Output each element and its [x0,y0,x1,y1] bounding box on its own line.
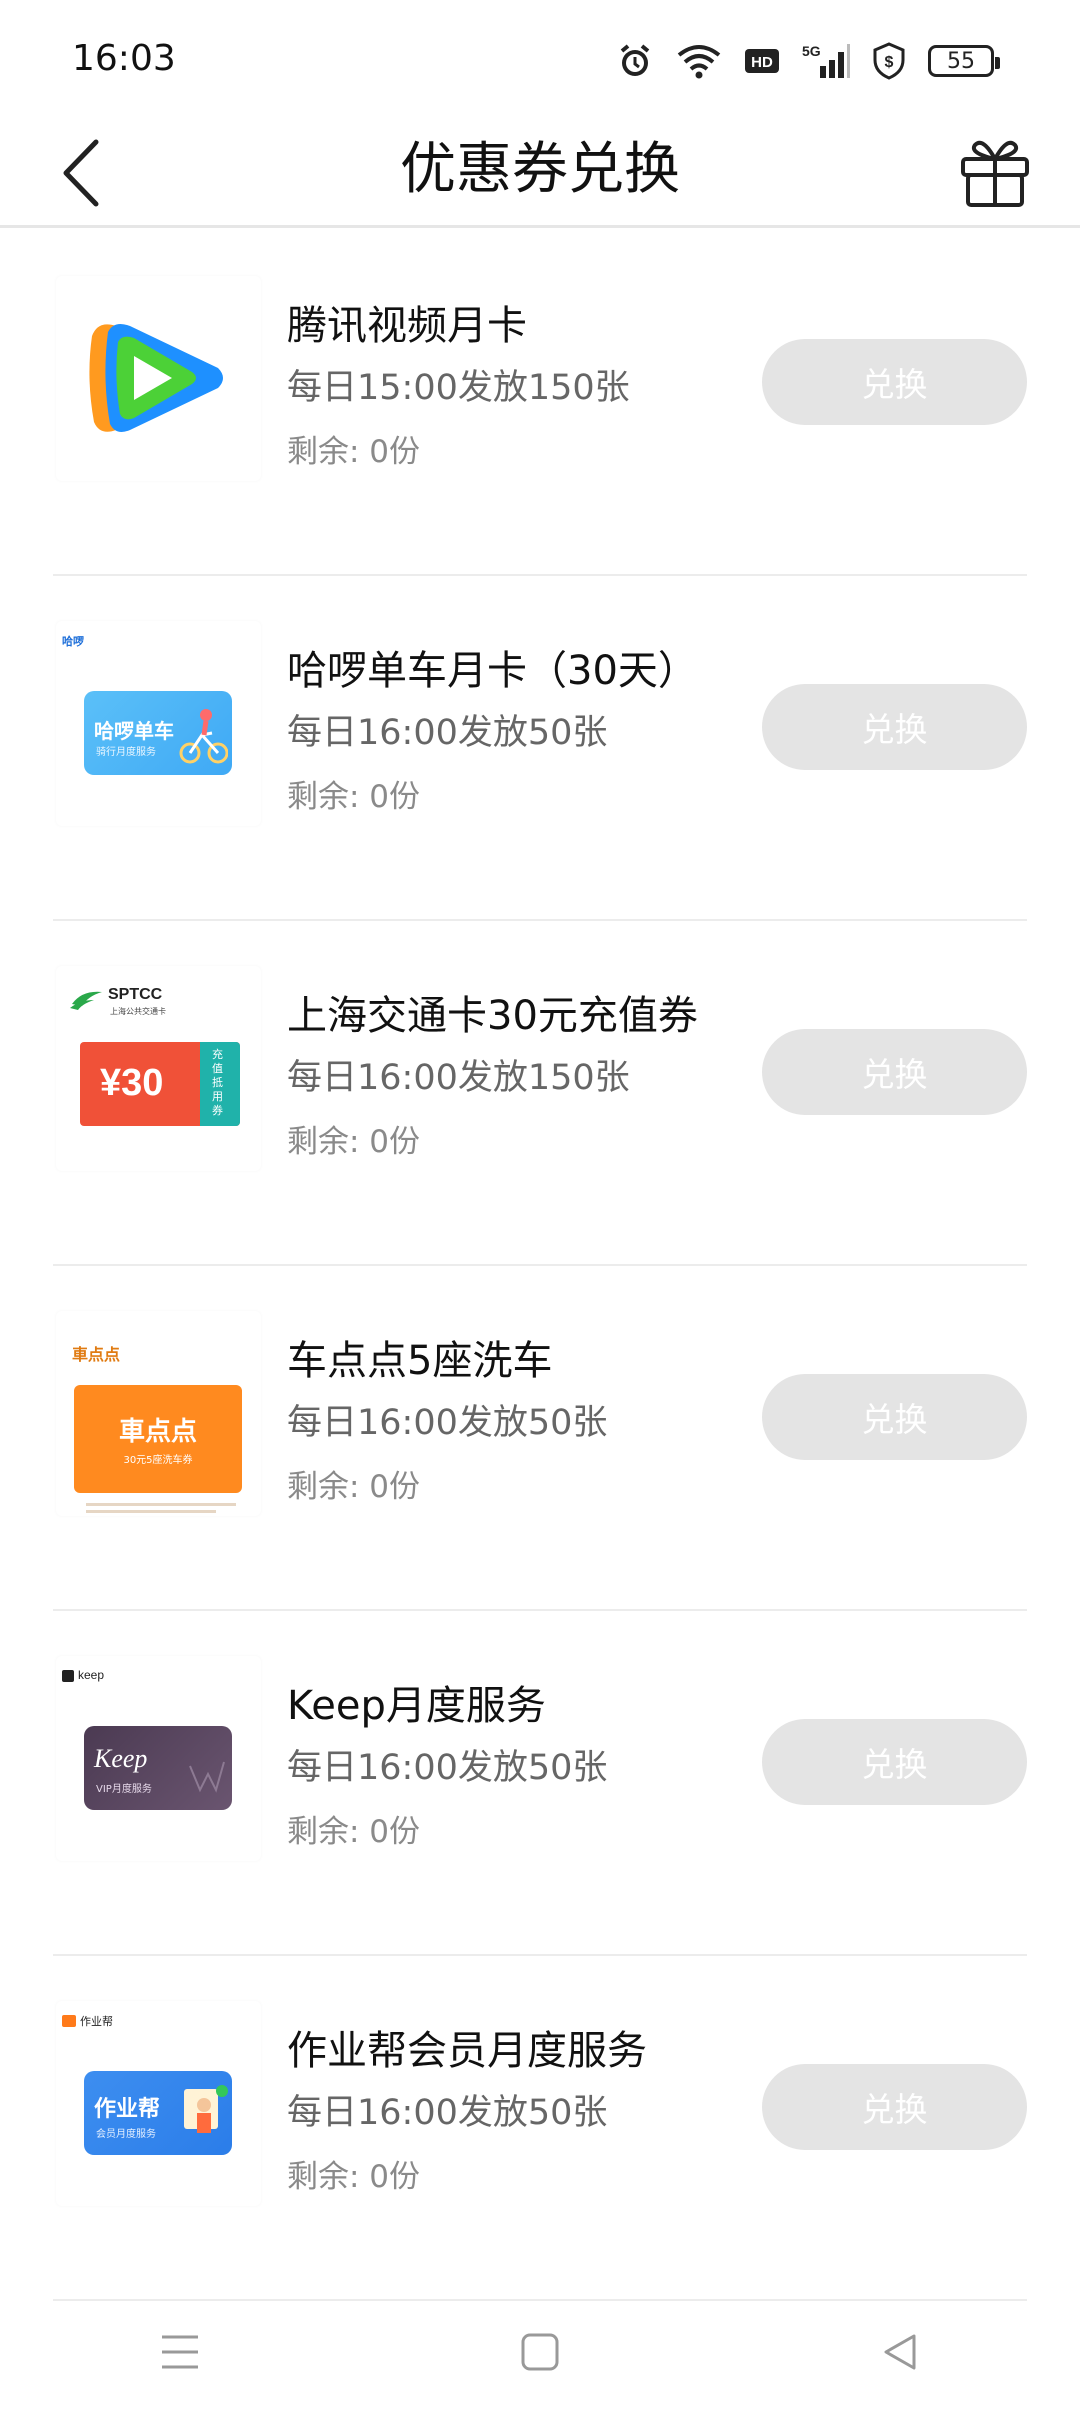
coupon-title: 上海交通卡30元充值券 [287,993,698,1039]
chediandian-card-subtitle: 30元5座洗车券 [123,1455,193,1466]
status-icons: HD 5G $ 55 [616,38,1000,84]
hello-bike-corner-logo: 哈啰 [62,636,84,648]
svg-text:HD: HD [751,54,773,71]
sptcc-side-label: 充值抵用券 [212,1048,223,1117]
sptcc-thumbnail: SPTCC 上海公共交通卡 ¥30 充值抵用券 [56,966,261,1171]
chediandian-terms-line [86,1510,216,1513]
sptcc-brand-subtitle: 上海公共交通卡 [110,1007,166,1016]
redeem-button[interactable]: 兑换 [762,684,1027,770]
keep-card: Keep VIP月度服务 [84,1726,232,1810]
zuoyebang-corner-logo: 作业帮 [80,2016,113,2028]
coupon-remaining: 剩余: 0份 [287,1124,421,1160]
zuoyebang-thumbnail: 作业帮 作业帮 会员月度服务 [56,2001,261,2206]
redeem-button[interactable]: 兑换 [762,1029,1027,1115]
alarm-icon [616,42,654,80]
system-back-button[interactable] [840,2302,960,2402]
tencent-video-thumbnail [56,276,261,481]
hello-bike-brand: 哈啰单车 [94,719,174,743]
redeem-button[interactable]: 兑换 [762,1719,1027,1805]
coupon-item: 作业帮 作业帮 会员月度服务 作业帮会员月度服务 每日16:00发放50张 剩余… [53,1956,1027,2301]
coupon-schedule: 每日16:00发放150张 [287,1058,630,1098]
keep-card-subtitle: VIP月度服务 [96,1784,152,1795]
chediandian-card: 車点点 30元5座洗车券 [74,1385,242,1493]
zuoyebang-card-brand: 作业帮 [94,2097,161,2122]
sptcc-logo-icon [70,991,102,1010]
coupon-schedule: 每日16:00发放50张 [287,1748,608,1788]
coupon-remaining: 剩余: 0份 [287,779,421,815]
redeem-button[interactable]: 兑换 [762,2064,1027,2150]
battery-icon: 55 [928,45,1000,77]
page-title: 优惠券兑换 [400,137,680,202]
zuoyebang-card: 作业帮 会员月度服务 [84,2071,232,2155]
coupon-item: 哈啰 哈啰单车 骑行月度服务 哈啰单车月卡（30天） 每日16:00发放50张 … [53,576,1027,921]
keep-corner-logo-mark [62,1670,74,1682]
coupon-remaining: 剩余: 0份 [287,1469,421,1505]
coupon-title: 作业帮会员月度服务 [287,2028,647,2074]
shield-dollar-icon: $ [872,42,906,80]
coupon-title: 车点点5座洗车 [287,1338,553,1384]
zuoyebang-card-subtitle: 会员月度服务 [96,2129,156,2140]
svg-text:5G: 5G [802,43,821,59]
app-header: 优惠券兑换 [0,120,1080,228]
redeem-button[interactable]: 兑换 [762,1374,1027,1460]
status-time: 16:03 [72,38,176,79]
gift-icon [961,140,1029,207]
chediandian-thumbnail: 車点点 車点点 30元5座洗车券 [56,1311,261,1516]
keep-card-brand: Keep [94,1744,148,1773]
status-bar: 16:03 HD 5G $ 55 [0,0,1080,120]
coupon-schedule: 每日16:00发放50张 [287,1403,608,1443]
coupon-title: 哈啰单车月卡（30天） [287,648,698,694]
hello-bike-subtitle: 骑行月度服务 [96,747,156,758]
sptcc-coupon-card: ¥30 充值抵用券 [80,1042,240,1126]
signal-5g-icon: 5G [802,42,850,80]
redeem-button[interactable]: 兑换 [762,339,1027,425]
home-button[interactable] [480,2302,600,2402]
coupon-list: 腾讯视频月卡 每日15:00发放150张 剩余: 0份 兑换 哈啰 哈啰单车 骑… [0,231,1080,2301]
chediandian-corner-logo: 車点点 [72,1347,121,1364]
sptcc-brand: SPTCC [108,986,163,1003]
coupon-remaining: 剩余: 0份 [287,1814,421,1850]
coupon-item: 車点点 車点点 30元5座洗车券 车点点5座洗车 每日16:00发放50张 剩余… [53,1266,1027,1611]
tencent-video-logo-icon [89,324,223,432]
coupon-item: 腾讯视频月卡 每日15:00发放150张 剩余: 0份 兑换 [53,231,1027,576]
coupon-remaining: 剩余: 0份 [287,2159,421,2195]
coupon-schedule: 每日15:00发放150张 [287,368,630,408]
coupon-schedule: 每日16:00发放50张 [287,2093,608,2133]
recent-apps-button[interactable] [120,2302,240,2402]
coupon-item: SPTCC 上海公共交通卡 ¥30 充值抵用券 上海交通卡30元充值券 每日16… [53,921,1027,1266]
menu-icon [162,2335,198,2369]
coupon-title: Keep月度服务 [287,1683,546,1729]
wifi-icon [676,43,722,79]
cyclist-icon [179,709,228,764]
coupon-title: 腾讯视频月卡 [287,303,527,349]
system-nav-bar [0,2292,1080,2412]
hd-icon: HD [744,46,780,76]
student-illustration-icon [184,2085,228,2133]
chediandian-terms-line [86,1503,236,1506]
coupon-schedule: 每日16:00发放50张 [287,713,608,753]
sptcc-amount: ¥30 [100,1062,164,1104]
gift-button[interactable] [950,126,1040,216]
coupon-remaining: 剩余: 0份 [287,434,421,470]
svg-text:$: $ [885,54,894,71]
keep-corner-logo: keep [78,1668,105,1682]
chediandian-card-brand: 車点点 [118,1417,197,1447]
back-triangle-icon [884,2334,916,2370]
coupon-item: keep Keep VIP月度服务 Keep月度服务 每日16:00发放50张 … [53,1611,1027,1956]
hello-bike-card: 哈啰单车 骑行月度服务 [84,691,232,775]
hello-bike-thumbnail: 哈啰 哈啰单车 骑行月度服务 [56,621,261,826]
zuoyebang-corner-logo-mark [62,2015,76,2027]
home-square-icon [521,2333,559,2371]
keep-thumbnail: keep Keep VIP月度服务 [56,1656,261,1861]
keep-decor-icon [189,1761,225,1793]
